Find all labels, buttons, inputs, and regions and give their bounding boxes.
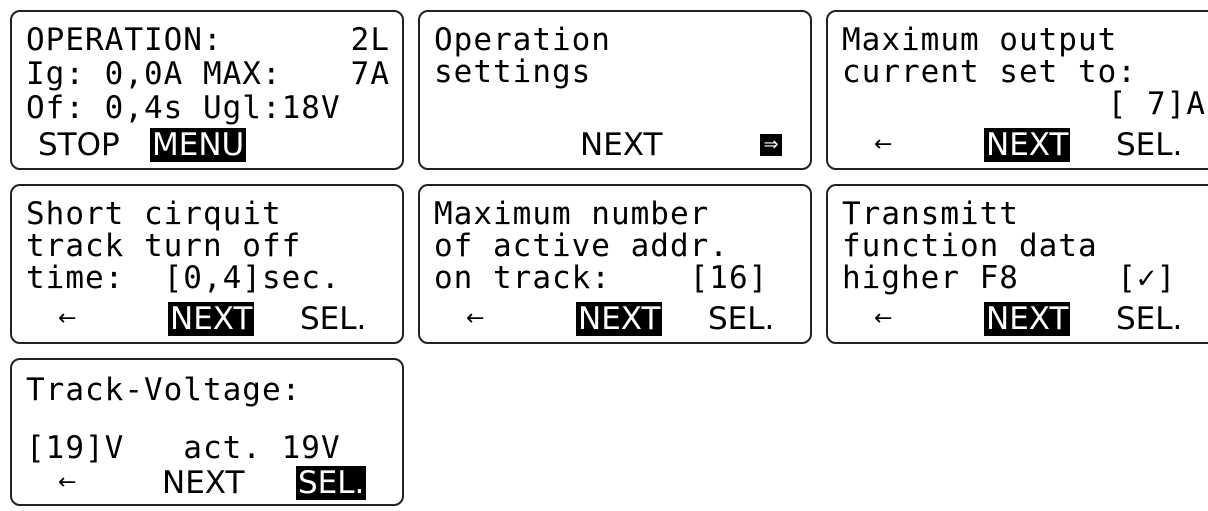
softkey-bar: ← NEXT SEL. [828, 128, 1208, 162]
select-button[interactable]: SEL. [296, 466, 367, 500]
screen-title-line-1: Transmitt [842, 196, 1019, 232]
next-button[interactable]: NEXT [576, 302, 663, 336]
lcd-screen-function-data: Transmitt function data higher F8 [✓] ← … [826, 184, 1208, 344]
status-line-3: Of: 0,4s Ugl:18V [26, 90, 341, 126]
select-button[interactable]: SEL. [1116, 128, 1182, 162]
value-max-current: 7A [350, 56, 390, 92]
back-arrow-icon[interactable]: ← [874, 302, 892, 336]
next-button[interactable]: NEXT [984, 302, 1071, 336]
value-turn-off-time: time: [0,4]sec. [26, 260, 341, 296]
screen-title-line-1: Maximum number [434, 196, 710, 232]
softkey-bar: ← NEXT SEL. [420, 302, 810, 336]
lcd-screen-max-addresses: Maximum number of active addr. on track:… [418, 184, 812, 344]
softkey-bar: NEXT ⇒ [420, 128, 810, 162]
softkey-bar: ← NEXT SEL. [828, 302, 1208, 336]
next-button[interactable]: NEXT [162, 466, 244, 500]
next-button[interactable]: NEXT [580, 128, 662, 162]
screen-title-line-1: Operation [434, 22, 611, 58]
value-current-setting: [ 7]A [1107, 86, 1206, 122]
back-arrow-icon[interactable]: ← [58, 466, 76, 500]
label-operation: OPERATION: [26, 22, 223, 58]
back-arrow-icon[interactable]: ← [58, 302, 76, 336]
softkey-bar: ← NEXT SEL. [12, 302, 402, 336]
label-current: Ig: 0,0A MAX: [26, 56, 282, 92]
softkey-bar: ← NEXT SEL. [12, 466, 402, 500]
back-arrow-icon[interactable]: ← [466, 302, 484, 336]
arrow-right-icon[interactable]: ⇒ [760, 134, 782, 156]
lcd-screen-max-current: Maximum output current set to: [ 7]A ← N… [826, 10, 1208, 170]
screen-title-line-2: settings [434, 54, 592, 90]
lcd-screen-track-voltage: Track-Voltage: [19]V act. 19V ← NEXT SEL… [10, 358, 404, 506]
value-higher-f8-checkbox[interactable]: higher F8 [✓] [842, 262, 1206, 294]
value-mode: 2L [350, 22, 390, 58]
select-button[interactable]: SEL. [300, 302, 366, 336]
next-button[interactable]: NEXT [168, 302, 255, 336]
select-button[interactable]: SEL. [1116, 302, 1182, 336]
screen-title-line-1: Short cirquit [26, 196, 282, 232]
screen-title-line-1: Maximum output [842, 22, 1118, 58]
menu-button[interactable]: MENU [150, 128, 247, 162]
lcd-screen-short-circuit: Short cirquit track turn off time: [0,4]… [10, 184, 404, 344]
softkey-bar: STOP MENU [12, 128, 402, 162]
next-button[interactable]: NEXT [984, 128, 1071, 162]
value-max-addresses: on track: [16] [434, 260, 769, 296]
screen-title-line-2: of active addr. [434, 228, 729, 264]
screen-title-line-2: track turn off [26, 228, 302, 264]
screen-title-line-1: Track-Voltage: [26, 372, 302, 408]
select-button[interactable]: SEL. [708, 302, 774, 336]
back-arrow-icon[interactable]: ← [874, 128, 892, 162]
stop-button[interactable]: STOP [38, 128, 120, 162]
lcd-screen-operation: OPERATION: 2L Ig: 0,0A MAX: 7A Of: 0,4s … [10, 10, 404, 170]
screen-title-line-2: function data [842, 228, 1098, 264]
screen-title-line-2: current set to: [842, 54, 1137, 90]
lcd-screen-operation-settings: Operation settings NEXT ⇒ [418, 10, 812, 170]
value-track-voltage: [19]V act. 19V [26, 430, 341, 466]
